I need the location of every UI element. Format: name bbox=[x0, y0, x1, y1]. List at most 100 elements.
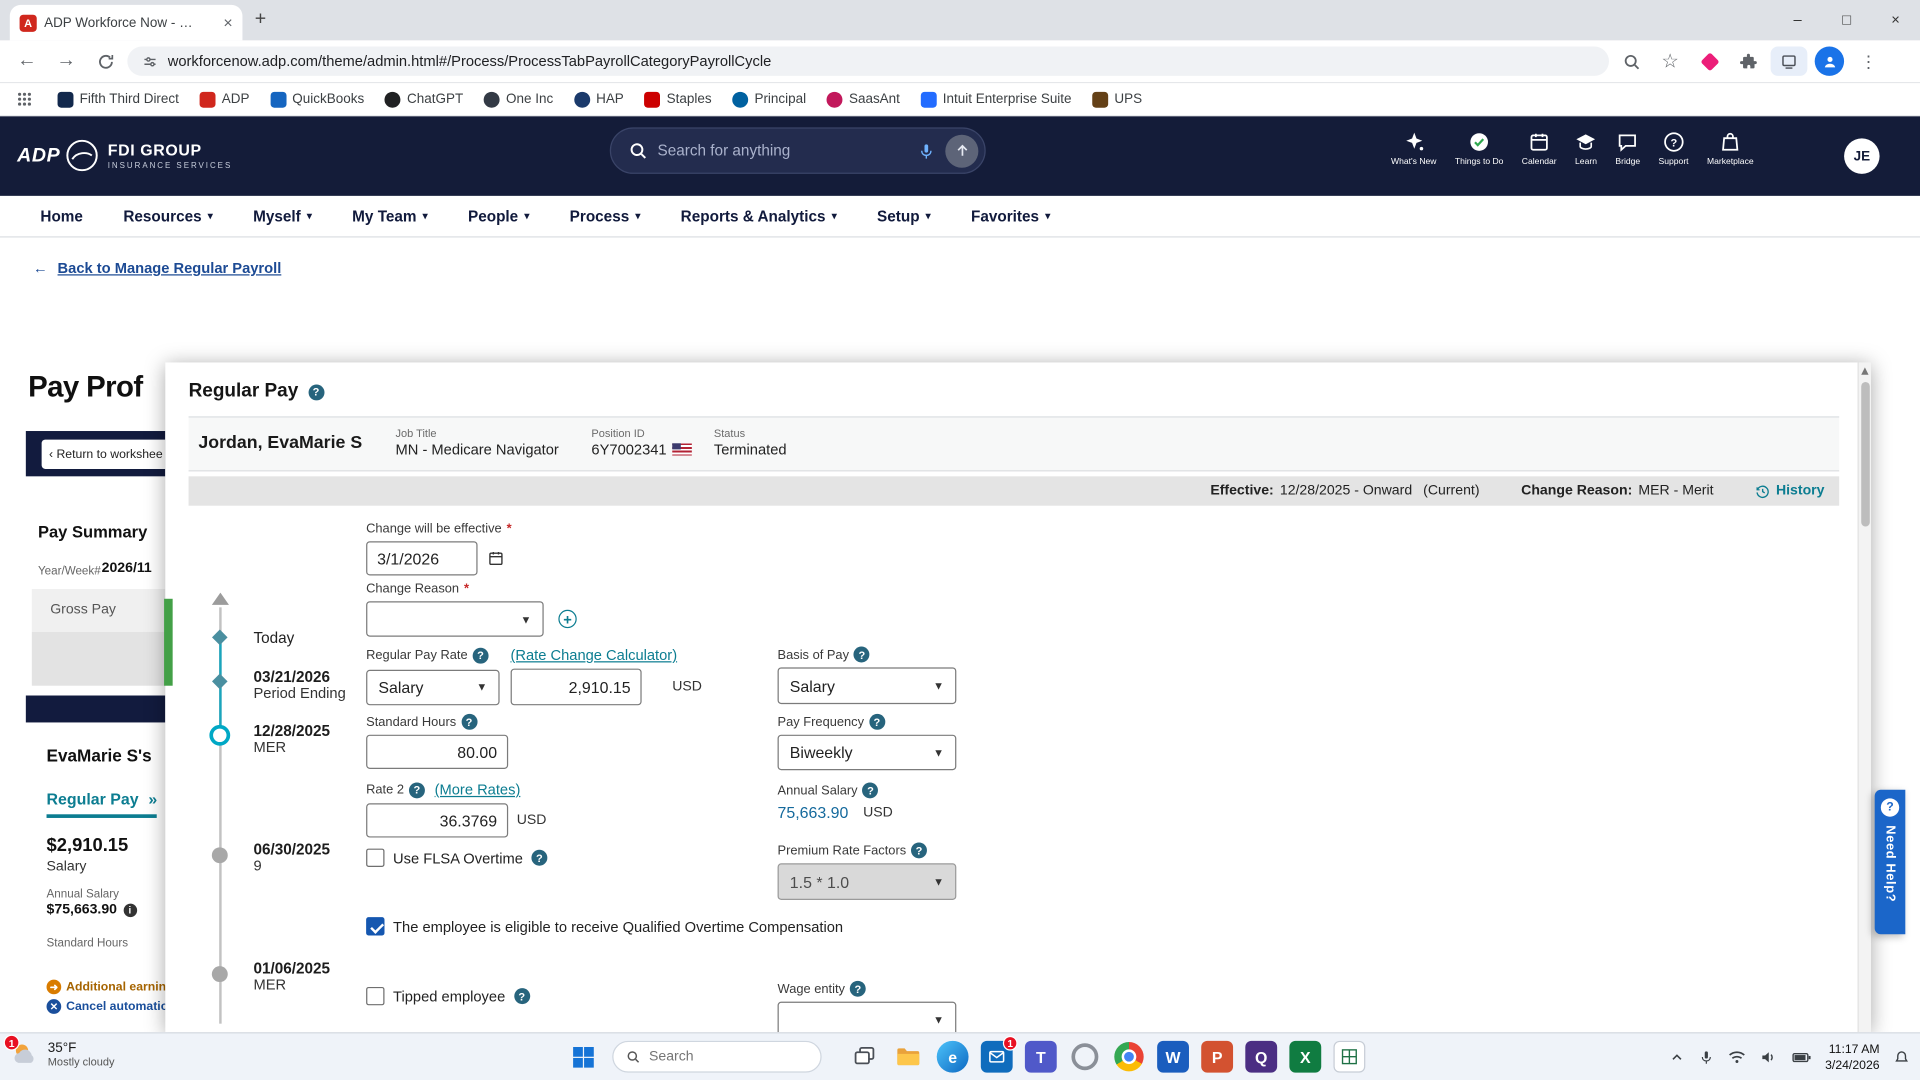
additional-earnings-link[interactable]: ➜ Additional earning bbox=[47, 980, 166, 995]
window-minimize-button[interactable]: – bbox=[1773, 0, 1822, 40]
timeline-date[interactable]: 01/06/2025 bbox=[253, 960, 330, 977]
nav-people[interactable]: People▾ bbox=[468, 208, 529, 225]
timeline-marker-period-end[interactable] bbox=[212, 674, 228, 690]
bookmark-ups[interactable]: UPS bbox=[1092, 91, 1142, 107]
help-icon[interactable]: ? bbox=[854, 647, 870, 663]
nav-favorites[interactable]: Favorites▾ bbox=[971, 208, 1050, 225]
powerpoint-icon[interactable]: P bbox=[1201, 1041, 1233, 1073]
chrome-icon[interactable] bbox=[1113, 1041, 1145, 1073]
window-maximize-button[interactable]: □ bbox=[1822, 0, 1871, 40]
wage-entity-select[interactable]: ▼ bbox=[778, 1002, 957, 1033]
change-reason-select[interactable]: ▼ bbox=[366, 601, 544, 637]
forward-icon[interactable]: → bbox=[49, 44, 83, 78]
address-bar[interactable] bbox=[127, 47, 1609, 76]
site-info-icon[interactable] bbox=[142, 53, 158, 69]
start-button[interactable] bbox=[573, 1047, 594, 1068]
scrollbar-up-arrow[interactable] bbox=[1861, 367, 1868, 374]
standard-hours-input[interactable] bbox=[366, 735, 508, 769]
volume-icon[interactable] bbox=[1759, 1048, 1777, 1066]
help-icon[interactable]: ? bbox=[514, 988, 530, 1004]
window-close-button[interactable]: × bbox=[1871, 0, 1920, 40]
help-icon[interactable]: ? bbox=[461, 714, 477, 730]
rate2-input[interactable] bbox=[366, 803, 508, 837]
calendar-icon[interactable] bbox=[487, 550, 504, 567]
help-icon[interactable]: ? bbox=[863, 782, 879, 798]
wifi-icon[interactable] bbox=[1727, 1048, 1745, 1066]
outlook-icon[interactable]: 1 bbox=[981, 1041, 1013, 1073]
timeline-label-today[interactable]: Today bbox=[253, 629, 294, 646]
basis-of-pay-select[interactable]: Salary ▼ bbox=[778, 667, 957, 704]
bookmark-quickbooks[interactable]: QuickBooks bbox=[270, 91, 364, 107]
search-lens-icon[interactable] bbox=[1614, 44, 1648, 78]
rate-change-calculator-link[interactable]: (Rate Change Calculator) bbox=[510, 647, 677, 664]
nav-setup[interactable]: Setup▾ bbox=[877, 208, 931, 225]
bookmark-chatgpt[interactable]: ChatGPT bbox=[385, 91, 463, 107]
help-icon[interactable]: ? bbox=[473, 647, 489, 663]
add-change-reason-button[interactable]: + bbox=[558, 610, 576, 628]
tray-chevron-up-icon[interactable] bbox=[1668, 1049, 1684, 1065]
battery-icon[interactable] bbox=[1791, 1048, 1812, 1066]
bookmark-hap[interactable]: HAP bbox=[574, 91, 624, 107]
more-rates-link[interactable]: (More Rates) bbox=[435, 781, 521, 798]
modal-scrollbar[interactable] bbox=[1858, 362, 1871, 1032]
search-submit-icon[interactable] bbox=[945, 134, 978, 167]
pay-frequency-select[interactable]: Biweekly ▼ bbox=[778, 735, 957, 771]
help-icon[interactable]: ? bbox=[308, 384, 324, 400]
learn-button[interactable]: Learn bbox=[1575, 131, 1597, 167]
scrollbar-thumb[interactable] bbox=[1861, 382, 1870, 526]
qualified-overtime-checkbox[interactable] bbox=[366, 917, 384, 935]
settings-app-icon[interactable] bbox=[1069, 1041, 1101, 1073]
bookmark-adp[interactable]: ADP bbox=[200, 91, 250, 107]
timeline-date[interactable]: 12/28/2025 bbox=[253, 722, 330, 739]
taskbar-search-input[interactable] bbox=[649, 1049, 808, 1064]
bookmark-one-inc[interactable]: One Inc bbox=[484, 91, 553, 107]
onenote-icon[interactable]: Q bbox=[1245, 1041, 1277, 1073]
notification-bell-icon[interactable] bbox=[1893, 1049, 1910, 1066]
bookmark-star-icon[interactable]: ☆ bbox=[1653, 44, 1687, 78]
timeline-marker-past[interactable] bbox=[212, 847, 228, 863]
weather-widget[interactable]: 1 35°F Mostly cloudy bbox=[10, 1040, 115, 1069]
taskbar-search[interactable] bbox=[612, 1041, 821, 1073]
teams-icon[interactable]: T bbox=[1025, 1041, 1057, 1073]
breadcrumb[interactable]: ← Back to Manage Regular Payroll bbox=[33, 260, 281, 277]
things-to-do-button[interactable]: Things to Do bbox=[1455, 131, 1504, 167]
bookmark-principal[interactable]: Principal bbox=[732, 91, 806, 107]
nav-myself[interactable]: Myself▾ bbox=[253, 208, 312, 225]
calendar-button[interactable]: Calendar bbox=[1522, 131, 1557, 167]
edge-icon[interactable]: e bbox=[937, 1041, 969, 1073]
return-to-worksheet-button[interactable]: ‹ Return to workshee bbox=[42, 440, 166, 469]
side-panel-icon[interactable] bbox=[1771, 47, 1808, 76]
browser-menu-icon[interactable]: ⋮ bbox=[1851, 44, 1885, 78]
bridge-button[interactable]: Bridge bbox=[1615, 131, 1640, 167]
pay-rate-type-select[interactable]: Salary ▼ bbox=[366, 669, 499, 705]
pay-rate-amount-input[interactable] bbox=[511, 669, 642, 706]
help-icon[interactable]: ? bbox=[409, 782, 425, 798]
url-input[interactable] bbox=[168, 53, 1595, 70]
pink-extension-icon[interactable] bbox=[1692, 44, 1726, 78]
help-icon[interactable]: ? bbox=[869, 714, 885, 730]
nav-resources[interactable]: Resources▾ bbox=[123, 208, 212, 225]
header-search[interactable] bbox=[610, 127, 986, 174]
effective-date-input[interactable] bbox=[366, 541, 477, 575]
cancel-automatic-link[interactable]: ✕ Cancel automatic p bbox=[47, 999, 166, 1014]
nav-home[interactable]: Home bbox=[40, 208, 83, 225]
help-icon[interactable]: ? bbox=[531, 850, 547, 866]
nav-reports-analytics[interactable]: Reports & Analytics▾ bbox=[681, 208, 837, 225]
new-tab-button[interactable]: + bbox=[255, 10, 266, 30]
extensions-puzzle-icon[interactable] bbox=[1731, 44, 1765, 78]
help-icon[interactable]: ? bbox=[911, 842, 927, 858]
info-icon[interactable]: i bbox=[123, 903, 136, 916]
mic-icon[interactable] bbox=[917, 141, 935, 159]
need-help-tab[interactable]: ? Need Help? bbox=[1875, 790, 1906, 934]
marketplace-button[interactable]: Marketplace bbox=[1707, 131, 1754, 167]
bookmark-fifth-third[interactable]: Fifth Third Direct bbox=[58, 91, 179, 107]
history-link[interactable]: History bbox=[1755, 483, 1824, 499]
back-icon[interactable]: ← bbox=[10, 44, 44, 78]
apps-grid-icon[interactable] bbox=[12, 92, 36, 107]
timeline-marker-today[interactable] bbox=[212, 630, 228, 646]
profile-avatar-icon[interactable] bbox=[1812, 44, 1846, 78]
spreadsheet-icon[interactable] bbox=[1333, 1041, 1365, 1073]
support-button[interactable]: ? Support bbox=[1659, 131, 1689, 167]
timeline-date[interactable]: 03/21/2026 bbox=[253, 669, 330, 686]
excel-icon[interactable]: X bbox=[1289, 1041, 1321, 1073]
